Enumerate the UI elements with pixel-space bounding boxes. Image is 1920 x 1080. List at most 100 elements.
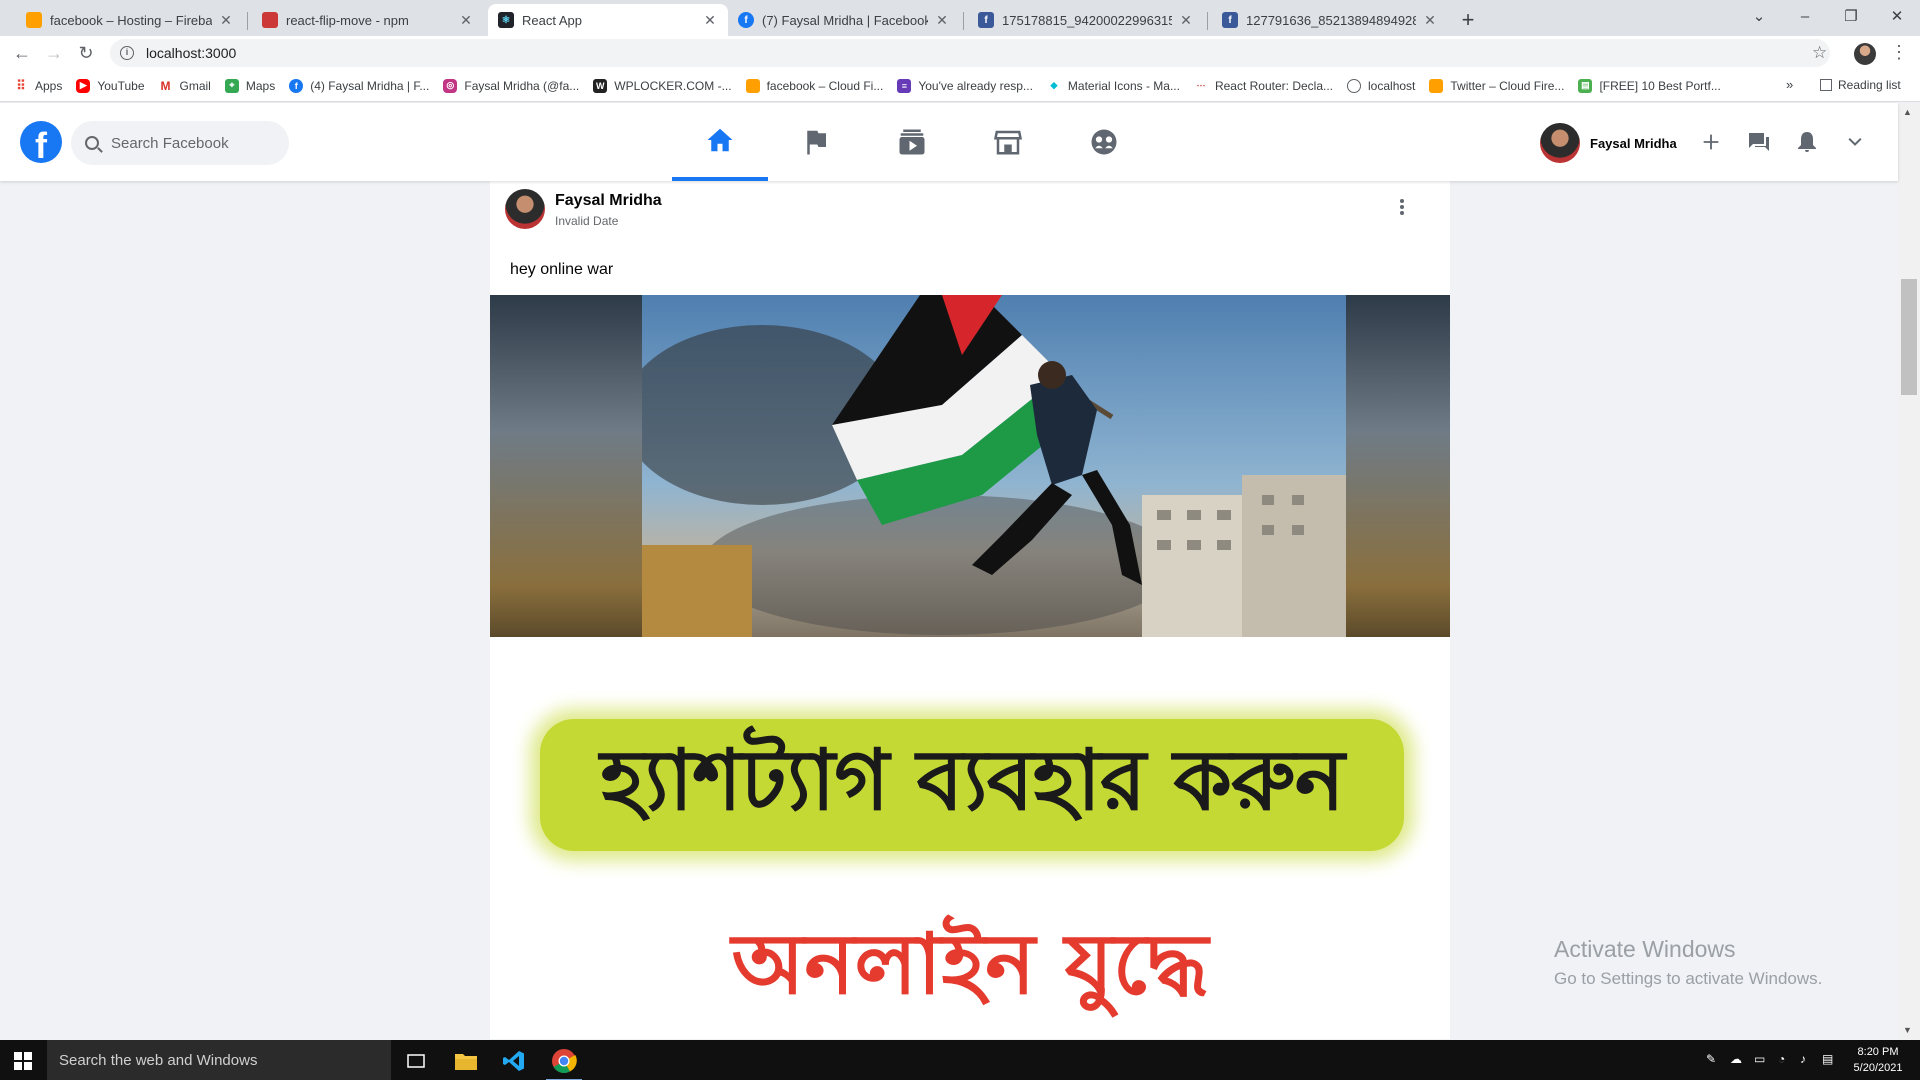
close-icon[interactable]: ✕	[1178, 12, 1194, 28]
watermark-title: Activate Windows	[1554, 936, 1736, 962]
profile-avatar[interactable]	[1854, 43, 1876, 65]
bookmark-twitter-cloud[interactable]: Twitter – Cloud Fire...	[1429, 78, 1564, 93]
nav-groups[interactable]	[1056, 103, 1152, 181]
close-icon[interactable]: ✕	[1422, 12, 1438, 28]
reload-icon[interactable]: ↻	[74, 41, 98, 65]
tab-image-2[interactable]: f 127791636_852138948949288_6 ✕	[1212, 4, 1448, 36]
bookmark-label: React Router: Decla...	[1214, 78, 1334, 93]
post-card: Faysal Mridha Invalid Date hey online wa…	[490, 181, 1450, 1039]
fb-search-input[interactable]	[111, 134, 261, 152]
bookmarks-bar: ⠿ Apps ▶ YouTube M Gmail ⌖ Maps f (4) Faysal …	[0, 70, 1920, 102]
tab-firebase-hosting[interactable]: facebook – Hosting – Firebase co ✕	[16, 4, 244, 36]
fb-search-box[interactable]	[71, 121, 289, 165]
close-icon[interactable]: ✕	[934, 12, 950, 28]
messenger-button[interactable]	[1744, 127, 1774, 157]
online-war-text: অনলাইন যুদ্ধে	[731, 915, 1209, 1013]
tab-search-icon[interactable]: ⌄	[1736, 0, 1782, 34]
expand-icon	[1848, 137, 1862, 146]
site-info-icon[interactable]: i	[120, 46, 134, 60]
windows-start-icon[interactable]	[14, 1052, 32, 1070]
volume-icon[interactable]: ♪	[1800, 1052, 1806, 1066]
battery-icon[interactable]: ▭	[1754, 1052, 1765, 1066]
taskbar-search-input[interactable]	[59, 1051, 359, 1069]
material-icon: ◆	[1050, 80, 1058, 90]
account-menu-button[interactable]	[1840, 127, 1870, 157]
clock-date: 5/20/2021	[1853, 1062, 1903, 1074]
browser-toolbar: ← → ↻ i localhost:3000 ☆ ⋮	[0, 36, 1920, 70]
bookmark-portfolio[interactable]: ▤ [FREE] 10 Best Portf...	[1578, 78, 1721, 93]
scroll-down-icon[interactable]: ▼	[1903, 1025, 1912, 1035]
scrollbar-thumb[interactable]	[1901, 279, 1917, 395]
nav-home[interactable]	[672, 103, 768, 181]
post-author[interactable]: Faysal Mridha	[555, 192, 662, 210]
onedrive-icon[interactable]: ☁	[1730, 1052, 1742, 1066]
facebook-logo-icon[interactable]: f	[20, 121, 62, 163]
bookmarks-overflow-button[interactable]: »	[1786, 77, 1793, 92]
nav-marketplace[interactable]	[960, 103, 1056, 181]
bookmark-facebook[interactable]: f (4) Faysal Mridha | F...	[289, 78, 429, 93]
restore-icon[interactable]: ❐	[1828, 0, 1874, 34]
nav-watch[interactable]	[864, 103, 960, 181]
watermark-subtitle: Go to Settings to activate Windows.	[1554, 969, 1823, 988]
tab-react-app[interactable]: ⚛ React App ✕	[488, 4, 728, 36]
facebook-icon: f	[1222, 12, 1238, 28]
close-icon[interactable]: ✕	[218, 12, 234, 28]
tab-react-flip-move[interactable]: react-flip-move - npm ✕	[252, 4, 484, 36]
action-center-icon[interactable]: ▤	[1822, 1052, 1833, 1066]
create-button[interactable]	[1696, 127, 1726, 157]
tab-facebook-profile[interactable]: f (7) Faysal Mridha | Facebook ✕	[728, 4, 960, 36]
image-blur-right	[1346, 295, 1450, 637]
address-bar[interactable]: i localhost:3000	[110, 39, 1830, 67]
forward-icon[interactable]: →	[42, 41, 66, 65]
bookmark-gmail[interactable]: M Gmail	[159, 79, 211, 93]
close-icon[interactable]: ✕	[702, 12, 718, 28]
new-tab-button[interactable]: +	[1454, 6, 1482, 34]
page-scrollbar[interactable]: ▲ ▼	[1898, 103, 1920, 1039]
bookmark-maps[interactable]: ⌖ Maps	[224, 78, 275, 93]
close-window-icon[interactable]: ✕	[1874, 0, 1920, 34]
fb-user-chip[interactable]: Faysal Mridha	[1540, 123, 1677, 163]
facebook-icon: f	[289, 78, 304, 93]
close-icon[interactable]: ✕	[458, 12, 474, 28]
taskbar-clock[interactable]: 8:20 PM 5/20/2021	[1846, 1044, 1910, 1076]
nav-pages[interactable]	[768, 103, 864, 181]
chrome-icon[interactable]	[542, 1046, 586, 1080]
bookmark-firebase-cloud[interactable]: facebook – Cloud Fi...	[745, 78, 883, 93]
firebase-icon	[745, 78, 760, 93]
bookmark-star-icon[interactable]: ☆	[1812, 43, 1827, 63]
notifications-button[interactable]	[1792, 127, 1822, 157]
tab-image-1[interactable]: f 175178815_942000229963159_1 ✕	[968, 4, 1204, 36]
facebook-icon: f	[738, 12, 754, 28]
forms-icon: ≡	[897, 78, 912, 93]
file-explorer-icon[interactable]	[444, 1046, 488, 1076]
scroll-up-icon[interactable]: ▲	[1903, 107, 1912, 117]
bookmark-react-router[interactable]: ⋯ React Router: Decla...	[1194, 79, 1333, 93]
bookmark-apps[interactable]: ⠿ Apps	[14, 78, 62, 93]
globe-icon	[1347, 78, 1362, 93]
reading-list-button[interactable]: Reading list	[1820, 78, 1901, 92]
maps-icon: ⌖	[224, 78, 239, 93]
facebook-icon: f	[978, 12, 994, 28]
pen-icon[interactable]: ✎	[1706, 1052, 1716, 1066]
bookmark-wplocker[interactable]: W WPLOCKER.COM -...	[593, 78, 732, 93]
reading-list-icon	[1820, 79, 1832, 91]
bookmark-youtube[interactable]: ▶ YouTube	[76, 78, 145, 93]
vscode-icon[interactable]	[492, 1046, 536, 1076]
bookmark-material-icons[interactable]: ◆ Material Icons - Ma...	[1047, 79, 1180, 93]
banner-text: হ্যাশট্যাগ ব্যবহার করুন	[600, 730, 1344, 829]
bookmark-localhost[interactable]: localhost	[1347, 78, 1415, 93]
tab-separator	[1207, 12, 1208, 30]
avatar[interactable]	[505, 189, 545, 229]
bookmark-forms[interactable]: ≡ You've already resp...	[897, 78, 1033, 93]
task-view-icon[interactable]	[394, 1046, 438, 1076]
bookmark-instagram[interactable]: ◎ Faysal Mridha (@fa...	[443, 78, 579, 93]
minimize-icon[interactable]: –	[1782, 0, 1828, 34]
tab-title: (7) Faysal Mridha | Facebook	[762, 12, 928, 28]
more-options-icon[interactable]	[1390, 197, 1414, 221]
bookmark-label: Material Icons - Ma...	[1067, 78, 1180, 93]
back-icon[interactable]: ←	[10, 41, 34, 65]
post-image-flag-photo	[490, 295, 1450, 637]
taskbar-search-box[interactable]	[47, 1040, 391, 1080]
wifi-icon[interactable]: ◔	[1778, 1052, 1785, 1066]
menu-kebab-icon[interactable]: ⋮	[1890, 42, 1908, 63]
